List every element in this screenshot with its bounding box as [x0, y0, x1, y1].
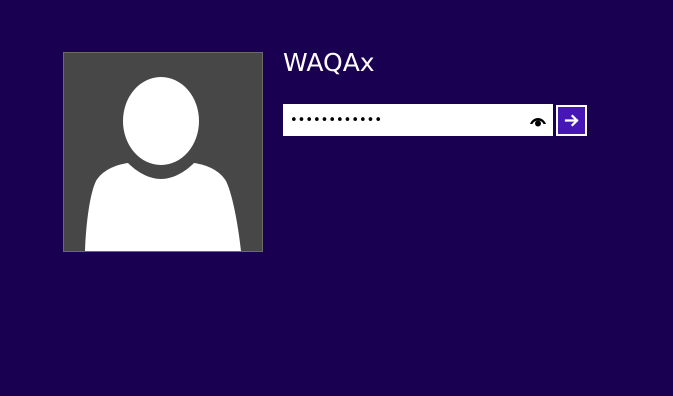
right-arrow-icon [558, 107, 585, 134]
username-label: WAQAx [283, 48, 375, 77]
default-user-silhouette-icon [64, 53, 262, 251]
lock-screen: WAQAx [0, 0, 673, 396]
password-input[interactable] [290, 104, 518, 136]
submit-button[interactable] [556, 105, 587, 136]
eye-icon [530, 118, 546, 127]
password-field[interactable] [283, 104, 553, 136]
reveal-password-button[interactable] [527, 111, 549, 129]
user-avatar [63, 52, 263, 252]
